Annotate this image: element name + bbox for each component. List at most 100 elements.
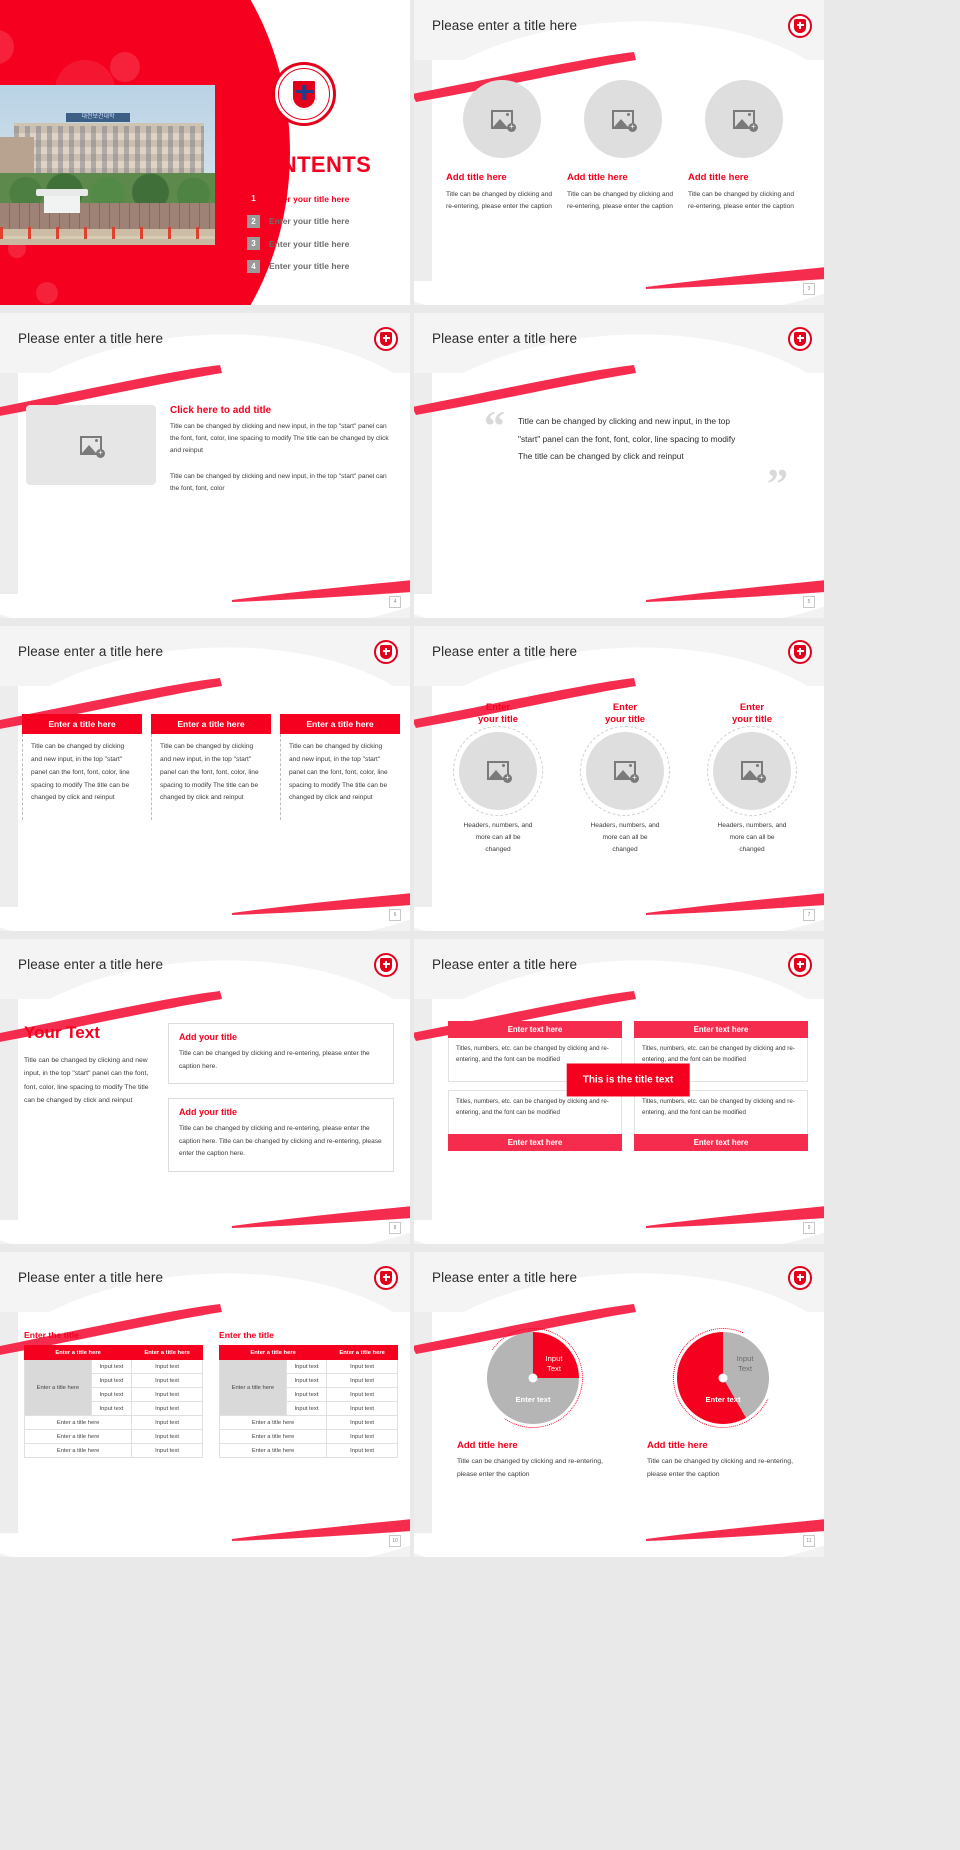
logo-icon xyxy=(374,327,398,351)
slide-body: “ Title can be changed by clicking and n… xyxy=(432,379,824,592)
quadrant-box[interactable]: Titles, numbers, etc. can be changed by … xyxy=(634,1090,808,1151)
slide-body: Enter a title here Title can be changed … xyxy=(18,692,410,905)
circle-item[interactable]: Enter your title + Headers, numbers, and… xyxy=(569,702,681,856)
chart-desc: Title can be changed by clicking and re-… xyxy=(647,1458,793,1478)
image-placeholder[interactable]: + xyxy=(705,80,783,158)
slide-three-column-table[interactable]: Please enter a title here Enter a title … xyxy=(0,626,410,931)
footer-red-accent xyxy=(232,1519,410,1541)
page-title: Please enter a title here xyxy=(18,331,164,346)
slide-cover[interactable]: 대전보건대학 CONTENTS 1 Enter your title here … xyxy=(0,0,410,305)
logo-icon xyxy=(374,640,398,664)
box-header: Enter text here xyxy=(634,1134,808,1151)
body-title: Your Text xyxy=(24,1023,100,1042)
quote-close-icon: ” xyxy=(767,462,788,508)
table-cell: Input text xyxy=(326,1415,398,1430)
quadrant-box[interactable]: Titles, numbers, etc. can be changed by … xyxy=(448,1090,622,1151)
table-block[interactable]: Enter the title Enter a title here Enter… xyxy=(23,1330,203,1458)
footer-red-accent xyxy=(646,893,824,915)
slide-three-circle-dashed[interactable]: Please enter a title here Enter your tit… xyxy=(414,626,824,931)
slide-two-tables[interactable]: Please enter a title here Enter the titl… xyxy=(0,1252,410,1557)
chart-title: Add title here xyxy=(457,1440,518,1451)
text-box[interactable]: Add your title Title can be changed by c… xyxy=(168,1023,394,1085)
page-number: 9 xyxy=(803,1222,815,1234)
table-cell: Input text xyxy=(285,1373,328,1388)
column-header: Enter a title here xyxy=(280,714,400,734)
pie-chart-block[interactable]: Input Text Enter text Add title here Tit… xyxy=(643,1313,803,1482)
slide-body: + Add title here Title can be changed by… xyxy=(432,66,824,279)
table-row: Enter a title here Input text Input text xyxy=(219,1359,398,1416)
table-cell: Enter a title here xyxy=(23,1429,133,1444)
table-header-cell: Enter a title here xyxy=(131,1345,203,1360)
table-cell: Enter a title here xyxy=(218,1429,328,1444)
column-item[interactable]: Enter a title here Title can be changed … xyxy=(151,714,271,820)
contents-item-2[interactable]: 2 Enter your title here xyxy=(247,214,397,228)
contents-item-3[interactable]: 3 Enter your title here xyxy=(247,237,397,250)
table-cell: Input text xyxy=(131,1429,203,1444)
add-image-icon: + xyxy=(80,435,105,458)
card-item[interactable]: + Add title here Title can be changed by… xyxy=(688,80,800,212)
slide-quote[interactable]: Please enter a title here “ Title can be… xyxy=(414,313,824,618)
table-block[interactable]: Enter the title Enter a title here Enter… xyxy=(218,1330,398,1458)
table-row: Enter a title here Input text xyxy=(23,1415,203,1430)
slide-body: Enter the title Enter a title here Enter… xyxy=(18,1318,410,1531)
card-item[interactable]: + Add title here Title can be changed by… xyxy=(446,80,558,212)
circle-title: Enter your title xyxy=(477,702,519,725)
table-cell: Input text xyxy=(90,1401,133,1416)
column-item[interactable]: Enter a title here Title can be changed … xyxy=(22,714,142,820)
pie-chart-block[interactable]: Input Text Enter text Add title here Tit… xyxy=(453,1320,613,1482)
table-row: Enter a title here Input text xyxy=(218,1443,398,1458)
slide-image-and-text[interactable]: Please enter a title here + Click here t… xyxy=(0,313,410,618)
table-cell: Input text xyxy=(90,1359,133,1374)
slide-your-text[interactable]: Please enter a title here Your Text Titl… xyxy=(0,939,410,1244)
contents-number: 1 xyxy=(247,192,260,205)
image-placeholder[interactable]: + xyxy=(463,80,541,158)
logo-icon xyxy=(788,953,812,977)
page-number: 11 xyxy=(803,1535,815,1547)
contents-label: Enter your title here xyxy=(269,216,350,226)
logo-icon xyxy=(788,14,812,38)
column-item[interactable]: Enter a title here Title can be changed … xyxy=(280,714,400,820)
logo-icon xyxy=(788,640,812,664)
body-paragraph: Title can be changed by clicking and new… xyxy=(24,1057,149,1104)
card-title: Add title here xyxy=(688,172,749,183)
table-caption: Enter the title xyxy=(219,1330,274,1340)
contents-item-1[interactable]: 1 Enter your title here xyxy=(247,192,397,205)
table-header-cell: Enter a title here xyxy=(326,1345,398,1360)
chart-desc: Title can be changed by clicking and re-… xyxy=(457,1458,603,1478)
dalseon-health-sciences-college-seal xyxy=(272,62,336,126)
footer-red-accent xyxy=(646,580,824,602)
page-number: 3 xyxy=(803,283,815,295)
image-placeholder[interactable]: + xyxy=(584,80,662,158)
footer-red-accent xyxy=(232,893,410,915)
table-cell: Input text xyxy=(326,1373,398,1388)
footer-red-accent xyxy=(646,1206,824,1228)
contents-item-4[interactable]: 4 Enter your title here xyxy=(247,259,397,273)
table-cell: Input text xyxy=(285,1387,328,1402)
contents-label: Enter your title here xyxy=(269,261,350,271)
text-box[interactable]: Add your title Title can be changed by c… xyxy=(168,1098,394,1172)
add-image-icon: + xyxy=(491,109,516,132)
slide-two-pie-charts[interactable]: Please enter a title here Input Text Ent… xyxy=(414,1252,824,1557)
card-item[interactable]: + Add title here Title can be changed by… xyxy=(567,80,679,212)
logo-icon xyxy=(788,327,812,351)
page-number: 8 xyxy=(389,1222,401,1234)
image-placeholder[interactable]: + xyxy=(26,405,156,485)
circle-item[interactable]: Enter your title + Headers, numbers, and… xyxy=(696,702,808,856)
slide-four-quadrant-text[interactable]: Please enter a title here Enter text her… xyxy=(414,939,824,1244)
table-cell: Input text xyxy=(326,1429,398,1444)
box-body: Titles, numbers, etc. can be changed by … xyxy=(634,1090,808,1134)
slide-three-circle-cards[interactable]: Please enter a title here + Add title he… xyxy=(414,0,824,305)
slide-body: Your Text Title can be changed by clicki… xyxy=(18,1005,410,1218)
table-side-label: Enter a title here xyxy=(219,1359,287,1416)
box-body: Titles, numbers, etc. can be changed by … xyxy=(448,1090,622,1134)
table-cell: Input text xyxy=(326,1387,398,1402)
logo-icon xyxy=(788,1266,812,1290)
circle-item[interactable]: Enter your title + Headers, numbers, and… xyxy=(442,702,554,856)
table-cell: Input text xyxy=(90,1373,133,1388)
data-table[interactable]: Enter a title here Enter a title here En… xyxy=(218,1345,398,1458)
data-table[interactable]: Enter a title here Enter a title here En… xyxy=(23,1345,203,1458)
page-number: 5 xyxy=(803,596,815,608)
center-title-badge[interactable]: This is the title text xyxy=(566,1063,690,1097)
footer-red-accent xyxy=(232,580,410,602)
page-number: 6 xyxy=(389,909,401,921)
